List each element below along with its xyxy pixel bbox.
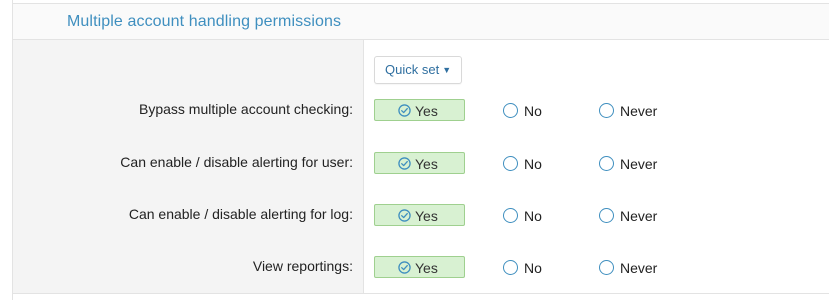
permission-label-alerting-for-user: Can enable / disable alerting for user:: [120, 154, 353, 170]
alerting-for-user-never-option[interactable]: Never: [599, 153, 657, 175]
radio-icon: [503, 260, 518, 275]
view-reportings-never-option[interactable]: Never: [599, 257, 657, 279]
radio-icon: [503, 103, 518, 118]
permission-label-bypass-multiple-account-checking: Bypass multiple account checking:: [139, 101, 353, 117]
never-label: Never: [620, 103, 658, 119]
no-label: No: [524, 103, 542, 119]
alerting-for-user-yes-option[interactable]: Yes: [374, 152, 465, 174]
quick-set-label: Quick set: [385, 62, 440, 77]
bypass-multiple-account-checking-yes-option[interactable]: Yes: [374, 99, 465, 121]
never-label: Never: [620, 260, 658, 276]
quick-set-button[interactable]: Quick set ▼: [374, 56, 463, 84]
yes-label: Yes: [415, 208, 438, 224]
radio-icon: [599, 208, 614, 223]
bottom-divider: [13, 293, 829, 294]
yes-label: Yes: [415, 156, 438, 172]
section-title: Multiple account handling permissions: [67, 13, 342, 30]
permission-label-alerting-for-log: Can enable / disable alerting for log:: [128, 206, 353, 222]
check-circle-icon: [398, 157, 411, 170]
permissions-page: Multiple account handling permissions Qu…: [0, 0, 829, 300]
bypass-multiple-account-checking-never-option[interactable]: Never: [599, 100, 657, 122]
check-circle-icon: [398, 261, 411, 274]
alerting-for-log-never-option[interactable]: Never: [599, 205, 657, 227]
no-label: No: [524, 260, 542, 276]
radio-icon: [503, 208, 518, 223]
section-header: Multiple account handling permissions: [13, 4, 829, 40]
view-reportings-yes-option[interactable]: Yes: [374, 256, 465, 278]
alerting-for-log-yes-option[interactable]: Yes: [374, 204, 465, 226]
no-label: No: [524, 208, 542, 224]
no-label: No: [524, 156, 542, 172]
check-circle-icon: [398, 104, 411, 117]
alerting-for-log-no-option[interactable]: No: [503, 205, 542, 227]
caret-down-icon: ▼: [442, 65, 452, 75]
never-label: Never: [620, 156, 658, 172]
yes-label: Yes: [415, 103, 438, 119]
radio-icon: [599, 156, 614, 171]
yes-label: Yes: [415, 260, 438, 276]
radio-icon: [503, 156, 518, 171]
alerting-for-user-no-option[interactable]: No: [503, 153, 542, 175]
check-circle-icon: [398, 209, 411, 222]
left-gutter: [0, 0, 13, 300]
permission-label-view-reportings: View reportings:: [252, 258, 353, 274]
radio-icon: [599, 260, 614, 275]
bypass-multiple-account-checking-no-option[interactable]: No: [503, 100, 542, 122]
view-reportings-no-option[interactable]: No: [503, 257, 542, 279]
never-label: Never: [620, 208, 658, 224]
radio-icon: [599, 103, 614, 118]
